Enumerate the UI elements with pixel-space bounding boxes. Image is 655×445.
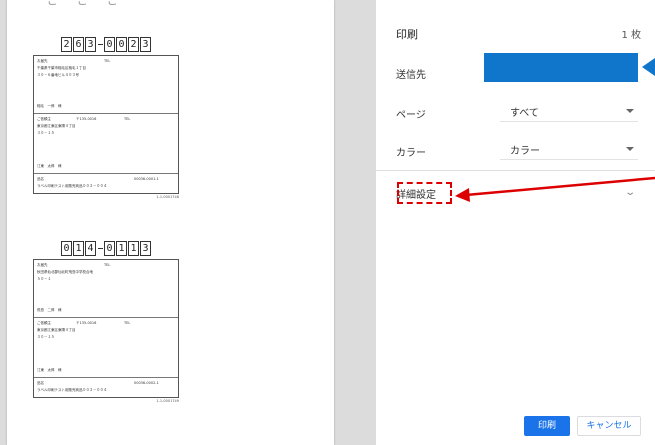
zip-digit: 2 (61, 36, 72, 52)
sender-tel: TEL (124, 117, 131, 121)
color-select-value: カラー (510, 146, 540, 157)
shipping-label: 2 6 3 0 0 2 3 お届先 TEL 千葉県千葉市稲毛区稲毛１丁目 ３０－… (33, 36, 179, 199)
recipient-name: 稲毛 一郎 様 (37, 104, 62, 108)
color-select[interactable]: カラー (500, 138, 638, 160)
zip-digit: 6 (73, 36, 84, 52)
label-slip: お届先 TEL 千葉県千葉市稲毛区稲毛１丁目 ３０－６番地ビル４０３号 稲毛 一… (33, 55, 179, 194)
recipient-address-2: ５０－１ (37, 277, 51, 281)
zip-digit: 1 (128, 240, 139, 256)
recipient-address-1: 秋田県仙北郡仙北町飛島中学校合地 (37, 270, 93, 274)
pages-label: ページ (396, 110, 426, 121)
sender-zip: 〒135-0016 (76, 117, 97, 121)
annotation-highlight-box (397, 182, 452, 204)
recipient-heading: お届先 (37, 59, 48, 63)
recipient-name: 飛島 二郎 様 (37, 308, 62, 312)
item-description: ラベル印刷テスト用販売商品００２－００４ (37, 388, 107, 392)
page-top-fragment: ご ご ご (47, 0, 122, 7)
chevron-down-icon (626, 147, 634, 151)
sender-address-1: 東京都江東区東陽４丁目 (37, 328, 76, 332)
print-settings-panel: 印刷 1 枚 送信先 ページ すべて カラー カラー 詳細設定 ⌄ 印刷 キャン… (376, 0, 655, 445)
label-footer: 1-1-0001749 (156, 399, 179, 403)
sender-section: ご依頼主 〒135-0016 TEL 東京都江東区東陽４丁目 ３０－１５ 江東 … (34, 114, 178, 174)
sender-address-2: ３０－１５ (37, 131, 55, 135)
item-code: 00036-0002-1 (134, 381, 159, 385)
zip-digit: 4 (85, 240, 96, 256)
zip-separator (97, 247, 103, 249)
sender-heading: ご依頼主 (37, 321, 51, 325)
recipient-section: お届先 TEL 秋田県仙北郡仙北町飛島中学校合地 ５０－１ 飛島 二郎 様 (34, 260, 178, 318)
zip-digit: 3 (140, 240, 151, 256)
print-header-row: 印刷 1 枚 (376, 18, 655, 48)
recipient-tel: TEL (104, 263, 111, 267)
item-section: 品名 00036-0002-1 ラベル印刷テスト用販売商品００２－００４ (34, 378, 178, 397)
chevron-down-icon[interactable]: ⌄ (624, 187, 636, 198)
color-label: カラー (396, 148, 426, 159)
zip-digit: 0 (104, 36, 115, 52)
chevron-down-icon (626, 109, 634, 113)
sender-name: 江東 太郎 様 (37, 164, 62, 168)
zip-digit: 0 (61, 240, 72, 256)
print-preview: ご ご ご 2 6 3 0 0 2 3 お届先 TEL 千葉県千葉市稲毛区稲毛１… (0, 0, 376, 445)
label-footer: 1-1-0001748 (156, 195, 179, 199)
cancel-button[interactable]: キャンセル (577, 416, 641, 436)
label-slip: お届先 TEL 秋田県仙北郡仙北町飛島中学校合地 ５０－１ 飛島 二郎 様 ご依… (33, 259, 179, 398)
shipping-label: 0 1 4 0 1 1 3 お届先 TEL 秋田県仙北郡仙北町飛島中学校合地 ５… (33, 240, 179, 403)
sheet-count: 1 枚 (621, 30, 641, 41)
print-button[interactable]: 印刷 (524, 416, 570, 436)
sender-tel: TEL (124, 321, 131, 325)
zip-digit: 2 (128, 36, 139, 52)
zip-digit: 1 (73, 240, 84, 256)
zip-code-boxes: 2 6 3 0 0 2 3 (33, 36, 179, 52)
recipient-address-1: 千葉県千葉市稲毛区稲毛１丁目 (37, 66, 86, 70)
recipient-heading: お届先 (37, 263, 48, 267)
pages-select-value: すべて (510, 108, 539, 119)
section-divider (376, 170, 655, 171)
recipient-address-2: ３０－６番地ビル４０３号 (37, 73, 79, 77)
zip-digit: 3 (140, 36, 151, 52)
zip-code-boxes: 0 1 4 0 1 1 3 (33, 240, 179, 256)
destination-select-redacted[interactable] (484, 53, 638, 82)
item-heading: 品名 (37, 177, 44, 181)
item-description: ラベル印刷テスト用販売商品００２－００４ (37, 184, 107, 188)
sender-name: 江東 太郎 様 (37, 368, 62, 372)
zip-digit: 0 (116, 36, 127, 52)
sender-address-1: 東京都江東区東陽４丁目 (37, 124, 76, 128)
pages-select[interactable]: すべて (500, 100, 638, 122)
sender-section: ご依頼主 〒135-0016 TEL 東京都江東区東陽４丁目 ３０－１５ 江東 … (34, 318, 178, 378)
recipient-section: お届先 TEL 千葉県千葉市稲毛区稲毛１丁目 ３０－６番地ビル４０３号 稲毛 一… (34, 56, 178, 114)
zip-digit: 3 (85, 36, 96, 52)
destination-label: 送信先 (396, 70, 426, 81)
sender-heading: ご依頼主 (37, 117, 51, 121)
item-heading: 品名 (37, 381, 44, 385)
zip-digit: 1 (116, 240, 127, 256)
sender-address-2: ３０－１５ (37, 335, 55, 339)
print-title: 印刷 (396, 28, 418, 41)
preview-page: ご ご ご 2 6 3 0 0 2 3 お届先 TEL 千葉県千葉市稲毛区稲毛１… (7, 0, 334, 445)
item-section: 品名 00036-0001-1 ラベル印刷テスト用販売商品００２－００４ (34, 174, 178, 193)
zip-separator (97, 43, 103, 45)
sender-zip: 〒135-0016 (76, 321, 97, 325)
zip-digit: 0 (104, 240, 115, 256)
recipient-tel: TEL (104, 59, 111, 63)
item-code: 00036-0001-1 (134, 177, 159, 181)
